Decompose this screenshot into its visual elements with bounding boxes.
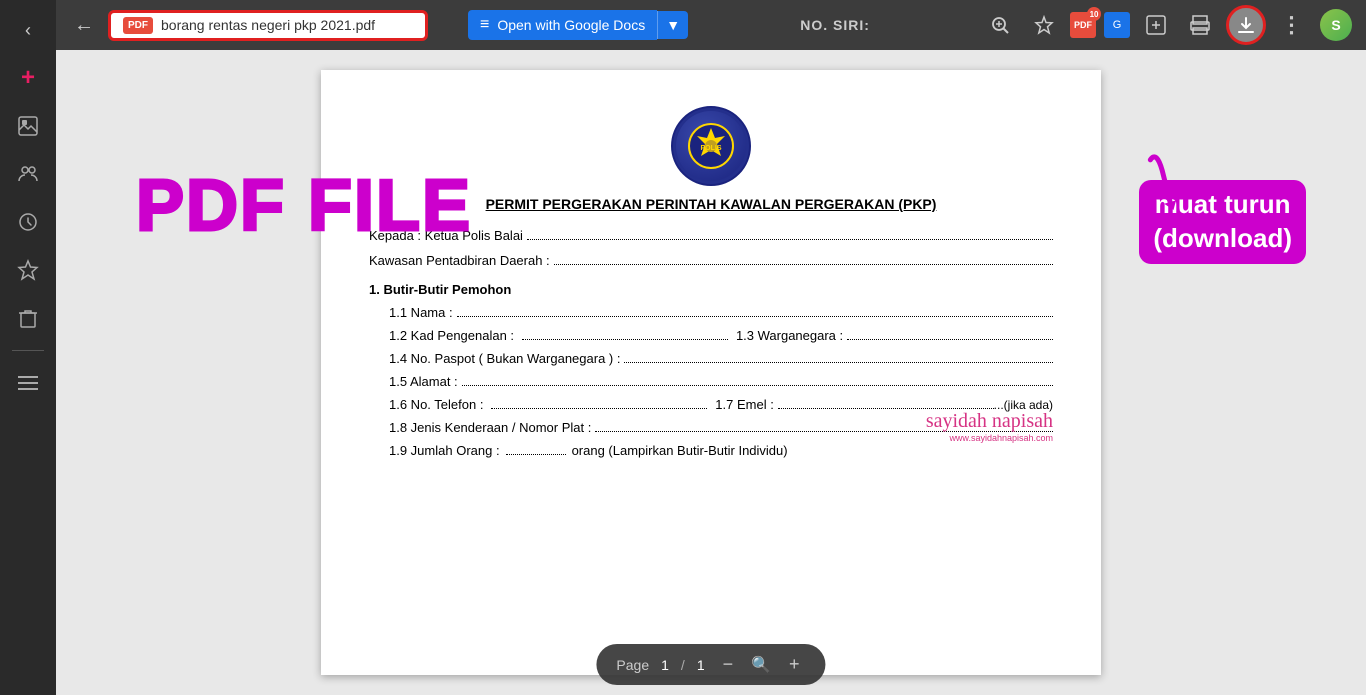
open-docs-label: Open with Google Docs xyxy=(497,17,645,33)
sidebar-item-images[interactable] xyxy=(8,106,48,146)
zoom-in-button[interactable]: + xyxy=(783,652,806,677)
page-total: 1 xyxy=(697,657,705,673)
signature-area: sayidah napisah www.sayidahnapisah.com xyxy=(926,410,1053,443)
signature-name: sayidah napisah xyxy=(926,410,1053,433)
signature-website: www.sayidahnapisah.com xyxy=(926,433,1053,443)
back-button[interactable]: ← xyxy=(68,8,100,43)
sidebar-item-trash[interactable] xyxy=(8,298,48,338)
svg-text:POLIS: POLIS xyxy=(700,145,721,152)
docs-icon: ≡ xyxy=(480,16,489,34)
pdf-field-nama: 1.1 Nama : xyxy=(389,305,1053,320)
bookmark-button[interactable] xyxy=(1026,7,1062,43)
zoom-out-button[interactable]: − xyxy=(717,652,740,677)
extension-badge: 10 xyxy=(1087,7,1101,21)
pdf-field-kawasan: Kawasan Pentadbiran Daerah : xyxy=(369,253,1053,268)
police-logo-inner: POLIS xyxy=(676,111,746,181)
pdf-field-jumlah: 1.9 Jumlah Orang : orang (Lampirkan Buti… xyxy=(389,443,1053,458)
sidebar-item-add[interactable]: + xyxy=(8,58,48,98)
page-label: Page xyxy=(616,657,649,673)
pdf-field-kad: 1.2 Kad Pengenalan : 1.3 Warganegara : xyxy=(389,328,1053,343)
open-docs-button[interactable]: ≡ Open with Google Docs xyxy=(468,10,657,40)
print-button[interactable] xyxy=(1182,7,1218,43)
pdf-field-alamat: 1.5 Alamat : xyxy=(389,374,1053,389)
zoom-button[interactable] xyxy=(982,7,1018,43)
pdf-extension-icon[interactable]: PDF 10 xyxy=(1070,12,1096,38)
zoom-icon: 🔍 xyxy=(751,655,771,675)
no-siri-label: NO. SIRI: xyxy=(800,17,870,33)
topbar: ← PDF borang rentas negeri pkp 2021.pdf … xyxy=(56,0,1366,50)
page-current: 1 xyxy=(661,657,669,673)
pdf-viewer: POLIS PERMIT PERGERAKAN PERINTAH KAWALAN… xyxy=(56,50,1366,695)
page-separator: / xyxy=(681,657,685,673)
avatar-image: S xyxy=(1320,9,1352,41)
main-content: POLIS PERMIT PERGERAKAN PERINTAH KAWALAN… xyxy=(56,50,1366,695)
download-button[interactable] xyxy=(1226,5,1266,45)
pdf-field-paspot: 1.4 No. Paspot ( Bukan Warganegara ) : xyxy=(389,351,1053,366)
sidebar: ‹ + xyxy=(0,0,56,695)
chevron-left-icon: ‹ xyxy=(25,20,31,41)
pdf-page: POLIS PERMIT PERGERAKAN PERINTAH KAWALAN… xyxy=(321,70,1101,675)
sidebar-item-menu[interactable] xyxy=(8,363,48,403)
extension-icon-2[interactable]: G xyxy=(1104,12,1130,38)
police-logo: POLIS xyxy=(671,106,751,186)
page-controls: Page 1 / 1 − 🔍 + xyxy=(596,644,825,685)
add-button[interactable] xyxy=(1138,7,1174,43)
profile-avatar[interactable]: S xyxy=(1318,7,1354,43)
file-name: borang rentas negeri pkp 2021.pdf xyxy=(161,17,375,33)
sidebar-item-starred[interactable] xyxy=(8,250,48,290)
annotation-pdf-file: PDF FILE xyxy=(136,170,472,242)
sidebar-back-arrow[interactable]: ‹ xyxy=(8,10,48,50)
sidebar-item-people[interactable] xyxy=(8,154,48,194)
file-tab[interactable]: PDF borang rentas negeri pkp 2021.pdf xyxy=(108,10,428,41)
topbar-actions: PDF 10 G ⋮ S xyxy=(982,5,1354,45)
more-options-button[interactable]: ⋮ xyxy=(1274,7,1310,43)
pdf-icon: PDF xyxy=(123,17,153,34)
open-docs-dropdown[interactable]: ▼ xyxy=(657,11,688,39)
sidebar-item-recent[interactable] xyxy=(8,202,48,242)
pdf-section-1: 1. Butir-Butir Pemohon xyxy=(369,282,1053,297)
